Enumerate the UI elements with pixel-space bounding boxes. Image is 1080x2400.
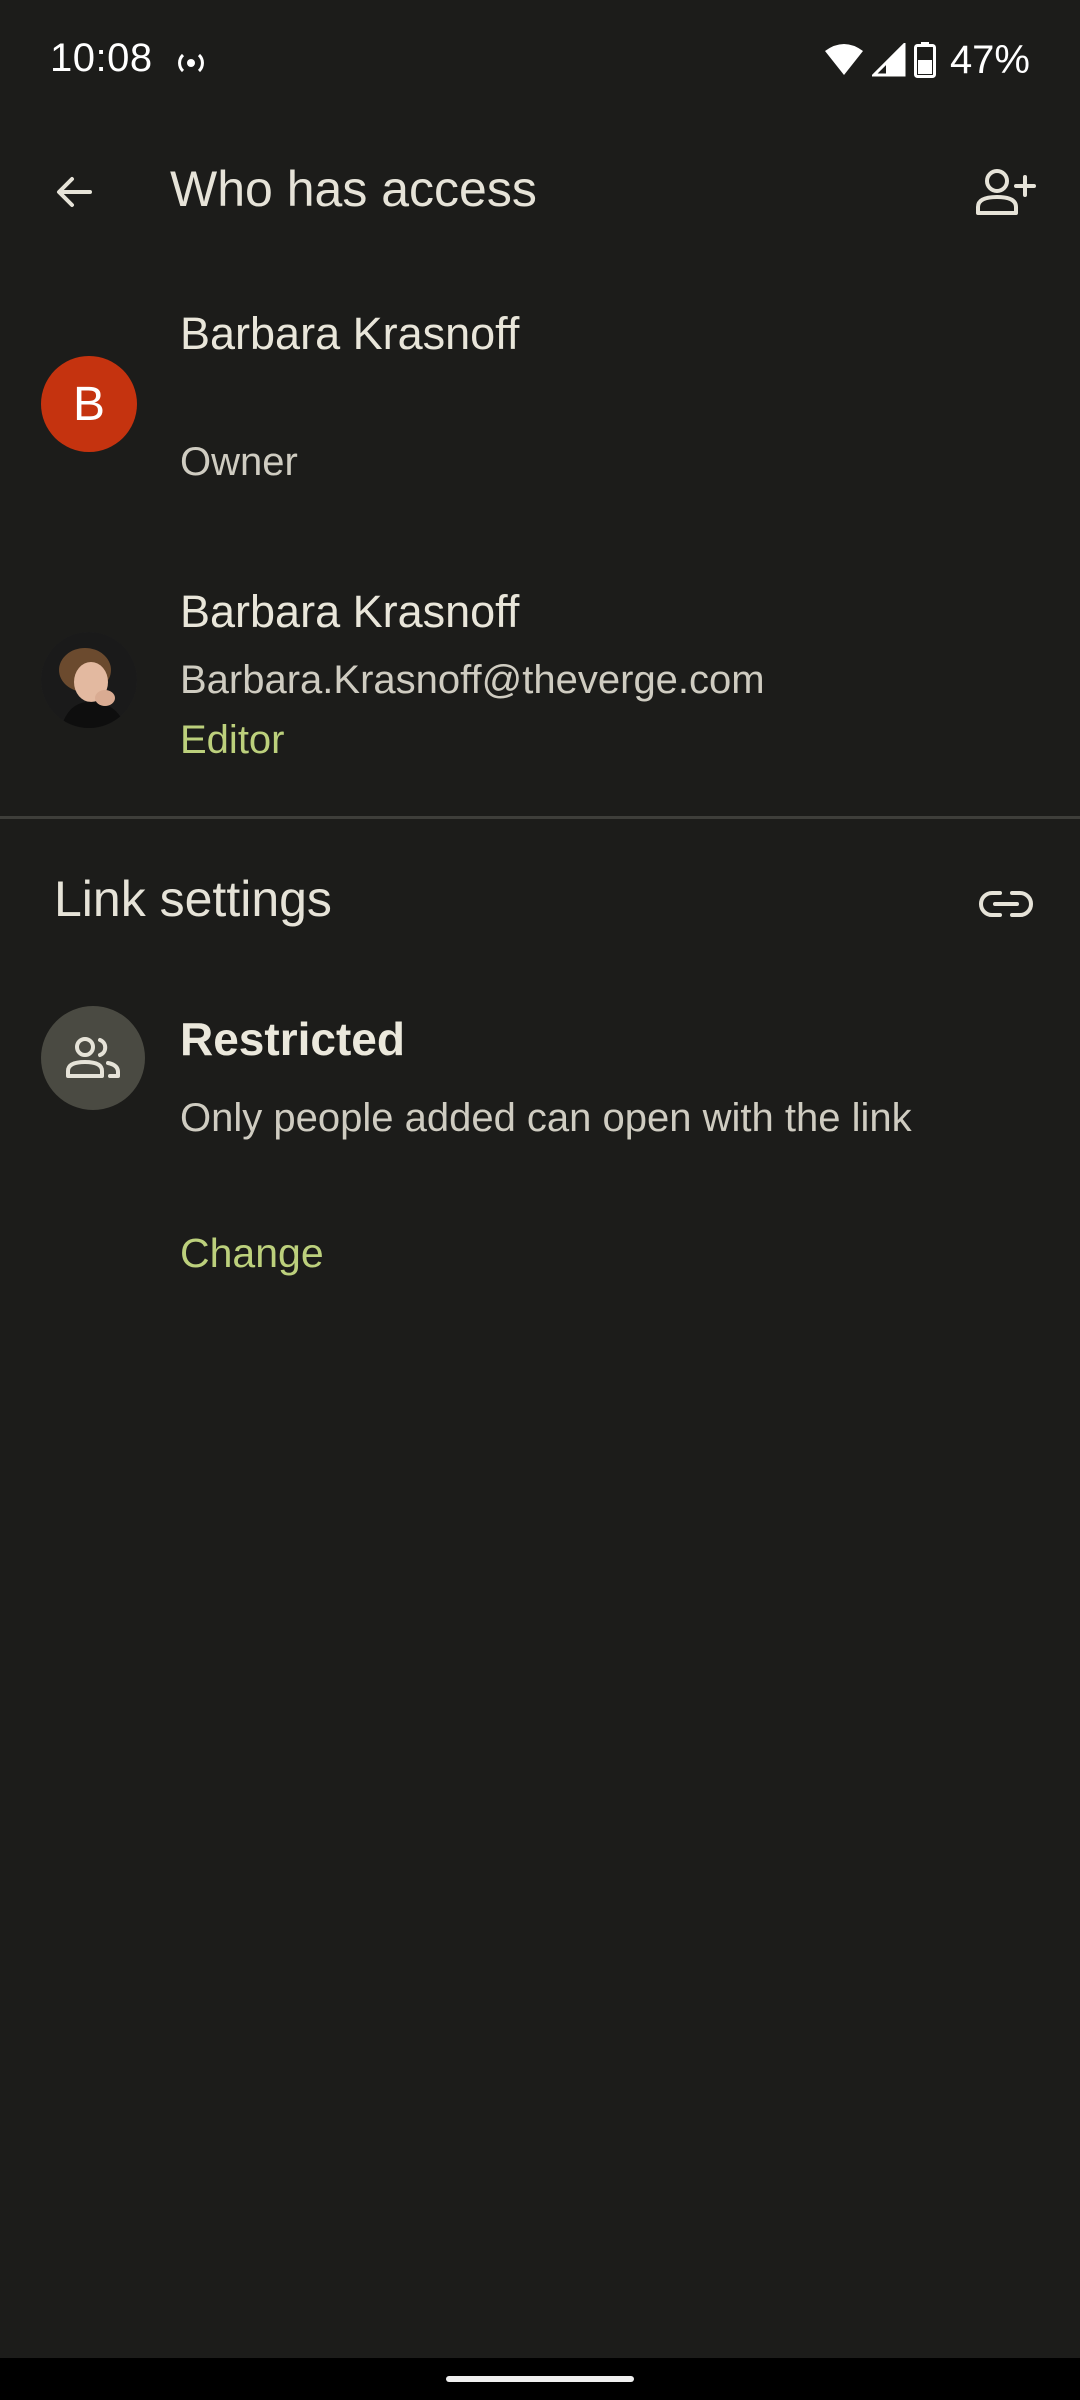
home-indicator[interactable]	[446, 2376, 634, 2382]
avatar	[41, 632, 137, 728]
person-name: Barbara Krasnoff	[180, 308, 520, 359]
person-row-owner[interactable]: B Barbara Krasnoff Owner	[0, 290, 1080, 520]
avatar-letter: B	[72, 377, 105, 431]
hotspot-icon	[174, 46, 208, 80]
people-icon	[66, 1037, 120, 1078]
wifi-icon	[824, 43, 864, 77]
status-time: 10:08	[50, 36, 153, 80]
link-icon	[979, 891, 1033, 917]
status-icons: 47%	[824, 36, 1030, 84]
person-role[interactable]: Editor	[180, 718, 285, 763]
person-name: Barbara Krasnoff	[180, 586, 520, 637]
access-level-description: Only people added can open with the link	[180, 1096, 912, 1140]
person-row-editor[interactable]: Barbara Krasnoff Barbara.Krasnoff@thever…	[0, 570, 1080, 790]
battery-percent: 47%	[949, 37, 1030, 82]
divider	[0, 816, 1080, 819]
back-button[interactable]	[40, 158, 108, 226]
cellular-signal-icon	[871, 43, 906, 77]
battery-icon	[913, 42, 936, 78]
person-role: Owner	[180, 440, 298, 484]
app-bar: Who has access	[0, 130, 1080, 254]
avatar: B	[41, 356, 137, 452]
status-bar: 10:08 47%	[0, 0, 1080, 120]
copy-link-button[interactable]	[968, 866, 1044, 942]
person-add-icon	[976, 169, 1036, 215]
access-level-title: Restricted	[180, 1013, 405, 1065]
access-level-avatar	[41, 1006, 145, 1110]
profile-photo-icon	[41, 632, 137, 728]
add-person-button[interactable]	[968, 154, 1044, 230]
arrow-back-icon	[57, 177, 92, 207]
change-button[interactable]: Change	[180, 1226, 324, 1281]
page-title: Who has access	[170, 161, 537, 217]
section-title-link-settings: Link settings	[54, 871, 332, 927]
navigation-bar	[0, 2358, 1080, 2400]
person-email: Barbara.Krasnoff@theverge.com	[180, 658, 765, 702]
